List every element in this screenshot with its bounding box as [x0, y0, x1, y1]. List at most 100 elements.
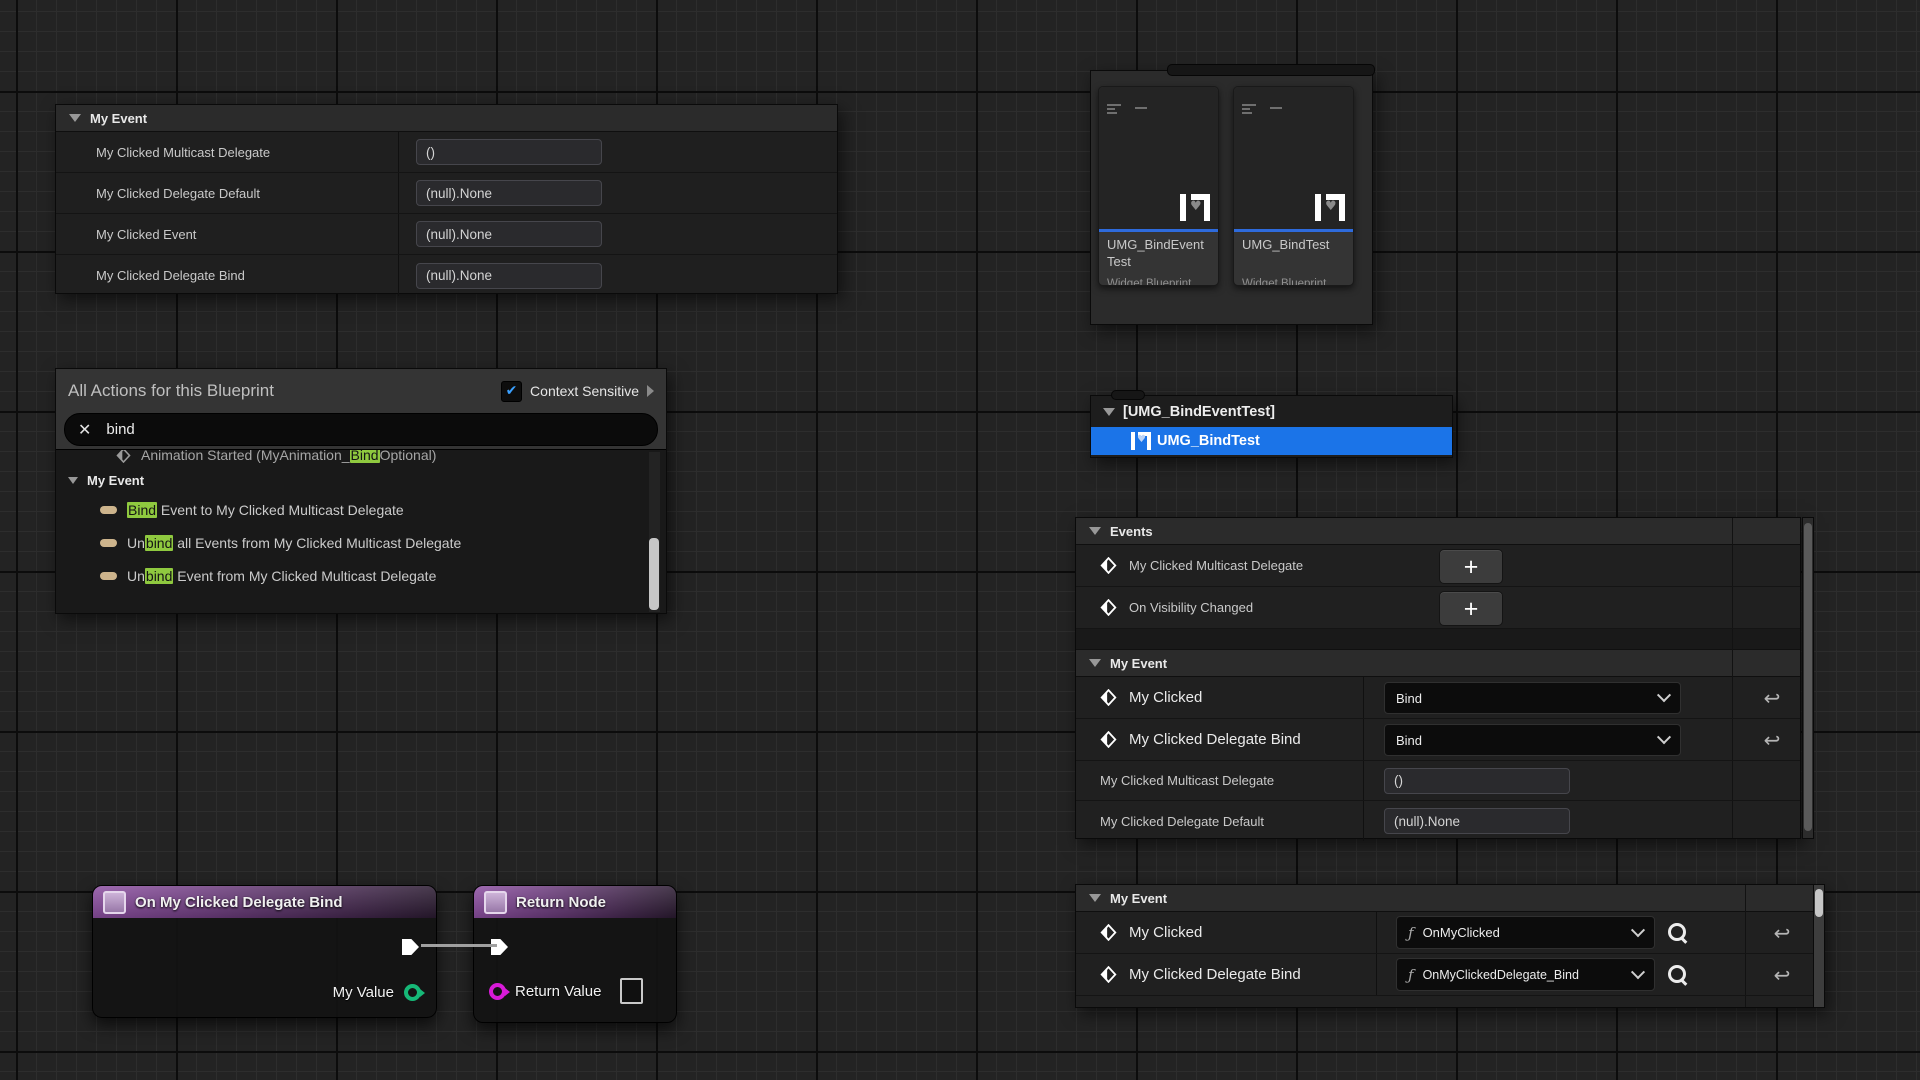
function-dropdown[interactable]: ƒ OnMyClickedDelegate_Bind — [1396, 958, 1655, 991]
collapse-arrow-icon[interactable] — [1089, 894, 1101, 902]
asset-name: UMG_BindEventTest — [1099, 232, 1218, 275]
return-node-icon — [484, 891, 507, 914]
blueprint-editor-canvas[interactable]: My Event My Clicked Multicast Delegate (… — [0, 0, 1920, 1080]
asset-thumbnail: ♥ — [1234, 87, 1353, 229]
details-scrollbar-thumb[interactable] — [1804, 523, 1812, 831]
action-item-label: Unbind Event from My Clicked Multicast D… — [127, 568, 436, 584]
popup-scrollbar-thumb[interactable] — [649, 538, 659, 610]
delegate-pill-icon — [100, 572, 117, 580]
event-label: My Clicked Delegate Bind — [1129, 731, 1301, 748]
column-divider — [398, 173, 399, 213]
details-panel-right: Events My Clicked Multicast Delegate + O… — [1075, 517, 1801, 839]
property-label: My Clicked Multicast Delegate — [1076, 773, 1274, 788]
all-actions-popup: All Actions for this Blueprint ✔ Context… — [55, 368, 667, 614]
detail-row: My Clicked Multicast Delegate () — [56, 132, 837, 173]
event-function-row: My Clicked Delegate Bind ƒ OnMyClickedDe… — [1076, 954, 1823, 996]
node-on-my-clicked-delegate-bind[interactable]: On My Clicked Delegate Bind My Value — [92, 885, 437, 1018]
reset-to-default-icon[interactable]: ↩ — [1752, 728, 1792, 752]
pin-label: My Value — [333, 984, 394, 1001]
collapse-arrow-icon[interactable] — [69, 114, 81, 122]
function-dropdown[interactable]: ƒ OnMyClicked — [1396, 916, 1655, 949]
popup-title: All Actions for this Blueprint — [68, 381, 493, 401]
column-divider — [1363, 719, 1364, 760]
context-sensitive-checkbox[interactable]: ✔ — [501, 381, 522, 402]
category-header-my-event[interactable]: My Event — [56, 105, 837, 132]
property-value-field[interactable]: () — [1384, 768, 1570, 794]
collapse-arrow-icon[interactable] — [1103, 408, 1115, 416]
return-value-input-pin[interactable] — [489, 983, 506, 1000]
check-icon: ✔ — [506, 383, 518, 399]
action-category-my-event[interactable]: My Event — [56, 467, 666, 493]
chevron-down-icon — [1631, 923, 1645, 937]
action-item[interactable]: Bind Event to My Clicked Multicast Deleg… — [56, 493, 666, 526]
node-header[interactable]: Return Node — [474, 886, 676, 918]
function-icon: ƒ — [1408, 924, 1414, 942]
chevron-down-icon — [1657, 730, 1671, 744]
asset-card-umg-bindtest[interactable]: ♥ UMG_BindTest Widget Blueprint — [1233, 86, 1354, 286]
widget-blueprint-icon: ♥ — [1315, 194, 1345, 221]
exec-wire — [421, 944, 497, 947]
reset-to-default-icon[interactable]: ↩ — [1752, 686, 1792, 710]
category-header-my-event[interactable]: My Event — [1076, 650, 1800, 677]
node-return-node[interactable]: Return Node Return Value — [473, 885, 677, 1023]
thumb-text-line — [1135, 107, 1147, 109]
thumb-text-line — [1242, 104, 1256, 106]
popup-scrollbar[interactable] — [649, 452, 660, 612]
details-scrollbar[interactable] — [1802, 517, 1814, 839]
property-value-field[interactable]: (null).None — [1384, 808, 1570, 834]
pin-label: Return Value — [515, 983, 601, 1000]
node-header[interactable]: On My Clicked Delegate Bind — [93, 886, 436, 918]
details-panel-top-left: My Event My Clicked Multicast Delegate (… — [55, 104, 838, 294]
dropdown-value: Bind — [1396, 691, 1659, 706]
category-header-my-event[interactable]: My Event — [1076, 885, 1823, 912]
asset-thumbnail: ♥ — [1099, 87, 1218, 229]
property-label: My Clicked Event — [56, 227, 196, 242]
exec-input-pin[interactable] — [491, 939, 508, 955]
detail-row: My Clicked Delegate Bind (null).None — [56, 255, 837, 296]
asset-type: Widget Blueprint — [1234, 275, 1353, 286]
event-dispatcher-icon — [1100, 599, 1117, 616]
property-value-field[interactable]: (null).None — [416, 263, 602, 289]
hierarchy-root-row[interactable]: [UMG_BindEventTest] — [1091, 396, 1452, 427]
section-spacer — [1076, 629, 1800, 650]
action-item[interactable]: Unbind Event from My Clicked Multicast D… — [56, 559, 666, 592]
browse-function-icon[interactable] — [1668, 923, 1686, 941]
action-search-input[interactable] — [104, 420, 644, 439]
collapse-arrow-icon[interactable] — [68, 477, 78, 484]
category-header-events[interactable]: Events — [1076, 518, 1800, 545]
action-item[interactable]: Unbind all Events from My Clicked Multic… — [56, 526, 666, 559]
category-title: My Event — [1110, 656, 1167, 671]
context-sensitive-label: Context Sensitive — [530, 383, 639, 399]
bottom-panel-scrollbar[interactable] — [1813, 884, 1825, 1008]
expand-right-icon[interactable] — [647, 385, 654, 397]
property-value-field[interactable]: (null).None — [416, 221, 602, 247]
asset-name: UMG_BindTest — [1234, 232, 1353, 275]
collapse-arrow-icon[interactable] — [1089, 527, 1101, 535]
delegate-pill-icon — [100, 539, 117, 547]
collapse-arrow-icon[interactable] — [1089, 659, 1101, 667]
reset-to-default-icon[interactable]: ↩ — [1762, 963, 1802, 987]
bottom-panel-scrollbar-thumb[interactable] — [1815, 889, 1823, 917]
popup-header: All Actions for this Blueprint ✔ Context… — [56, 369, 666, 413]
bind-dropdown[interactable]: Bind — [1384, 724, 1681, 756]
action-item-clipped[interactable]: Animation Started (MyAnimation_BindOptio… — [56, 449, 666, 467]
node-title: Return Node — [516, 894, 606, 911]
clear-search-icon[interactable]: ✕ — [78, 420, 91, 439]
exec-output-pin[interactable] — [402, 939, 419, 955]
add-event-button[interactable]: + — [1439, 549, 1503, 584]
asset-card-umg-bindeventtest[interactable]: ♥ UMG_BindEventTest Widget Blueprint — [1098, 86, 1219, 286]
property-value-field[interactable]: () — [416, 139, 602, 165]
action-item-label: Unbind all Events from My Clicked Multic… — [127, 535, 461, 551]
return-value-checkbox[interactable] — [620, 978, 643, 1004]
property-value-field[interactable]: (null).None — [416, 180, 602, 206]
hierarchy-root-label: [UMG_BindEventTest] — [1123, 404, 1275, 420]
reset-to-default-icon[interactable]: ↩ — [1762, 921, 1802, 945]
hierarchy-selected-row[interactable]: ♥ UMG_BindTest — [1091, 427, 1452, 455]
my-value-output-pin[interactable] — [404, 984, 421, 1001]
browse-function-icon[interactable] — [1668, 965, 1686, 983]
event-label: My Clicked — [1129, 689, 1202, 706]
chevron-down-icon — [1631, 965, 1645, 979]
event-dispatcher-icon — [116, 449, 131, 463]
bind-dropdown[interactable]: Bind — [1384, 682, 1681, 714]
add-event-button[interactable]: + — [1439, 591, 1503, 626]
